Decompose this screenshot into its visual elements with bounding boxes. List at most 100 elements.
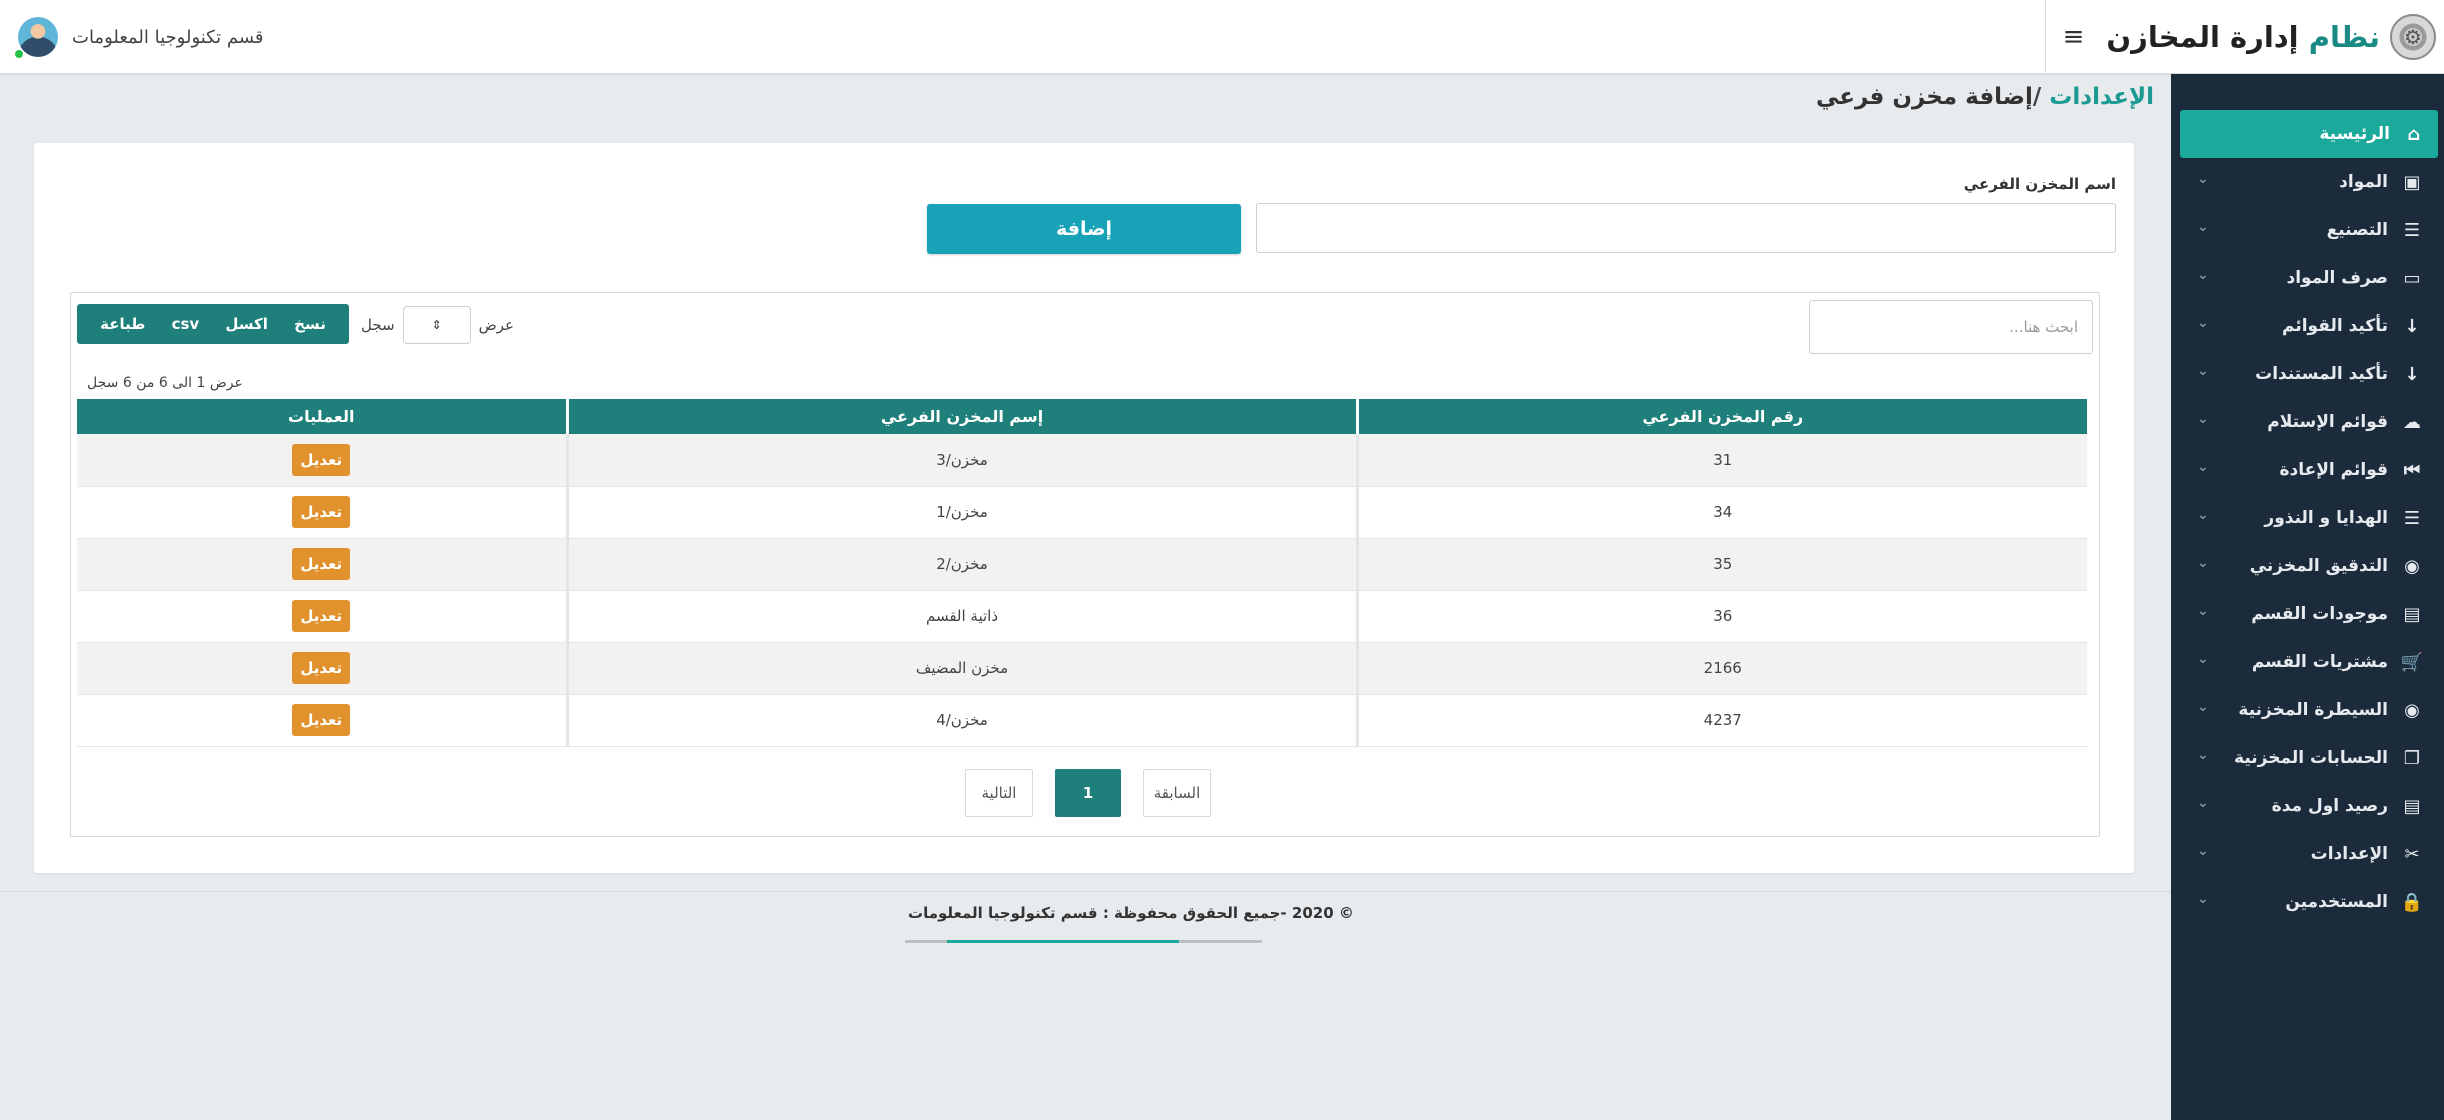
copy-button[interactable]: نسخ xyxy=(294,315,326,333)
sidebar-item-department-purchases[interactable]: 🛒 مشتريات القسم ⌄ xyxy=(2171,638,2444,686)
sidebar-item-materials[interactable]: ▣ المواد ⌄ xyxy=(2171,158,2444,206)
pagination: السابقة 1 التالية xyxy=(965,769,1211,817)
show-label: عرض xyxy=(478,316,514,334)
chevron-down-icon: ⌄ xyxy=(2197,315,2209,331)
chevron-down-icon: ⌄ xyxy=(2197,651,2209,667)
pagination-page-1[interactable]: 1 xyxy=(1055,769,1121,817)
sidebar-item-receipt-lists[interactable]: ☁ قوائم الإستلام ⌄ xyxy=(2171,398,2444,446)
chevron-down-icon: ⌄ xyxy=(2197,411,2209,427)
sidebar-item-label: تأكيد القوائم xyxy=(2282,316,2388,336)
sidebar-item-inventory-control[interactable]: ◉ السيطرة المخزنية ⌄ xyxy=(2171,686,2444,734)
column-header-id[interactable]: رقم المخزن الفرعي xyxy=(1355,399,2087,434)
edit-button[interactable]: تعديل xyxy=(292,652,351,684)
table-row: تعديل مخزن/4 4237 xyxy=(77,694,2087,747)
sidebar: ⌂ الرئيسية ▣ المواد ⌄ ☰ التصنيع ⌄ ▭ صرف … xyxy=(2171,74,2444,1120)
breadcrumb-separator: / xyxy=(2032,84,2050,110)
book-icon: ▤ xyxy=(2403,603,2421,625)
add-button[interactable]: إضافة xyxy=(927,204,1241,254)
box-icon: ▣ xyxy=(2403,171,2421,193)
footer-divider xyxy=(0,891,2171,892)
sidebar-item-return-lists[interactable]: ⏮ قوائم الإعادة ⌄ xyxy=(2171,446,2444,494)
sidebar-item-confirm-lists[interactable]: ↓ تأكيد القوائم ⌄ xyxy=(2171,302,2444,350)
footer-underline xyxy=(905,940,1262,943)
eye-icon: ◉ xyxy=(2404,555,2420,577)
actions-cell: تعديل xyxy=(77,642,567,695)
table-row: تعديل مخزن/1 34 xyxy=(77,486,2087,539)
brand[interactable]: ⚙ نظام إدارة المخازن xyxy=(2101,0,2444,74)
id-cell: 36 xyxy=(1355,590,2087,643)
sidebar-item-material-issue[interactable]: ▭ صرف المواد ⌄ xyxy=(2171,254,2444,302)
sidebar-item-manufacturing[interactable]: ☰ التصنيع ⌄ xyxy=(2171,206,2444,254)
chevron-down-icon: ⌄ xyxy=(2197,843,2209,859)
book-icon: ▤ xyxy=(2403,795,2421,817)
sidebar-item-label: تأكيد المستندات xyxy=(2255,364,2388,384)
table-row: تعديل مخزن/3 31 xyxy=(77,434,2087,487)
sidebar-item-label: التصنيع xyxy=(2326,220,2388,240)
name-cell: مخزن/2 xyxy=(565,538,1357,591)
breadcrumb-root[interactable]: الإعدادات xyxy=(2049,84,2154,110)
table-row: تعديل مخزن/2 35 xyxy=(77,538,2087,591)
table-panel: ابحث هنا... سجل ⇕ عرض طباعة csv اكسل نسخ… xyxy=(70,292,2100,837)
records-label: سجل xyxy=(361,316,395,334)
sidebar-item-opening-balance[interactable]: ▤ رصيد اول مدة ⌄ xyxy=(2171,782,2444,830)
footer-underline-accent xyxy=(947,940,1179,943)
table-info: عرض 1 الى 6 من 6 سجل xyxy=(87,375,243,391)
subwarehouse-name-input[interactable] xyxy=(1256,203,2116,253)
avatar[interactable] xyxy=(14,17,58,59)
user-menu[interactable]: قسم تكنولوجيا المعلومات xyxy=(14,16,264,59)
sidebar-item-label: الهدايا و النذور xyxy=(2264,508,2388,528)
lock-icon: 🔒 xyxy=(2400,891,2424,913)
chevron-down-icon: ⌄ xyxy=(2197,363,2209,379)
sidebar-item-users[interactable]: 🔒 المستخدمين ⌄ xyxy=(2171,878,2444,926)
sidebar-item-department-assets[interactable]: ▤ موجودات القسم ⌄ xyxy=(2171,590,2444,638)
backward-icon: ⏮ xyxy=(2403,459,2421,481)
app-title: نظام إدارة المخازن xyxy=(2106,20,2380,54)
sidebar-item-home[interactable]: ⌂ الرئيسية xyxy=(2180,110,2438,158)
sidebar-item-confirm-documents[interactable]: ↓ تأكيد المستندات ⌄ xyxy=(2171,350,2444,398)
top-header: ⚙ نظام إدارة المخازن ≡ قسم تكنولوجيا الم… xyxy=(0,0,2444,74)
chevron-down-icon: ⌄ xyxy=(2197,267,2209,283)
column-header-actions[interactable]: العمليات xyxy=(77,399,567,434)
chevron-down-icon: ⌄ xyxy=(2197,171,2209,187)
edit-button[interactable]: تعديل xyxy=(292,443,351,476)
edit-button[interactable]: تعديل xyxy=(292,600,351,632)
sidebar-item-inventory-accounts[interactable]: ❐ الحسابات المخزنية ⌄ xyxy=(2171,734,2444,782)
sidebar-item-label: المواد xyxy=(2339,172,2388,192)
copy-icon: ❐ xyxy=(2403,747,2421,769)
sidebar-item-settings[interactable]: ✂ الإعدادات ⌄ xyxy=(2171,830,2444,878)
csv-button[interactable]: csv xyxy=(172,315,200,333)
name-cell: مخزن/1 xyxy=(565,486,1357,539)
pagination-next[interactable]: التالية xyxy=(965,769,1033,817)
sidebar-item-label: مشتريات القسم xyxy=(2251,652,2388,672)
actions-cell: تعديل xyxy=(77,434,567,487)
actions-cell: تعديل xyxy=(77,694,567,747)
hamburger-icon[interactable]: ≡ xyxy=(2045,0,2101,74)
edit-button[interactable]: تعديل xyxy=(292,704,351,736)
edit-button[interactable]: تعديل xyxy=(292,548,351,580)
download-icon: ↓ xyxy=(2404,315,2420,337)
column-header-name[interactable]: إسم المخزن الفرعي xyxy=(565,399,1357,434)
actions-cell: تعديل xyxy=(77,538,567,591)
sidebar-item-gifts[interactable]: ☰ الهدايا و النذور ⌄ xyxy=(2171,494,2444,542)
excel-button[interactable]: اكسل xyxy=(225,315,268,333)
chevron-down-icon: ⌄ xyxy=(2197,699,2209,715)
online-status-icon xyxy=(14,49,24,59)
chevron-down-icon: ⌄ xyxy=(2197,603,2209,619)
pagination-previous[interactable]: السابقة xyxy=(1143,769,1211,817)
print-button[interactable]: طباعة xyxy=(100,315,145,333)
name-cell: مخزن/4 xyxy=(565,694,1357,747)
sidebar-item-label: الإعدادات xyxy=(2310,844,2388,864)
page-length-control: سجل ⇕ عرض xyxy=(361,305,514,345)
chevron-down-icon: ⌄ xyxy=(2197,795,2209,811)
logo-icon: ⚙ xyxy=(2390,14,2436,60)
edit-button[interactable]: تعديل xyxy=(292,496,351,528)
chevron-down-icon: ⌄ xyxy=(2197,747,2209,763)
search-input[interactable]: ابحث هنا... xyxy=(1809,300,2093,354)
table-header-row: العمليات إسم المخزن الفرعي رقم المخزن ال… xyxy=(77,399,2087,434)
chevron-down-icon: ⌄ xyxy=(2197,459,2209,475)
page-length-select[interactable]: ⇕ xyxy=(402,306,471,344)
sidebar-item-label: الحسابات المخزنية xyxy=(2234,748,2388,768)
id-cell: 31 xyxy=(1355,434,2087,487)
list-icon: ☰ xyxy=(2403,219,2421,241)
sidebar-item-inventory-audit[interactable]: ◉ التدقيق المخزني ⌄ xyxy=(2171,542,2444,590)
